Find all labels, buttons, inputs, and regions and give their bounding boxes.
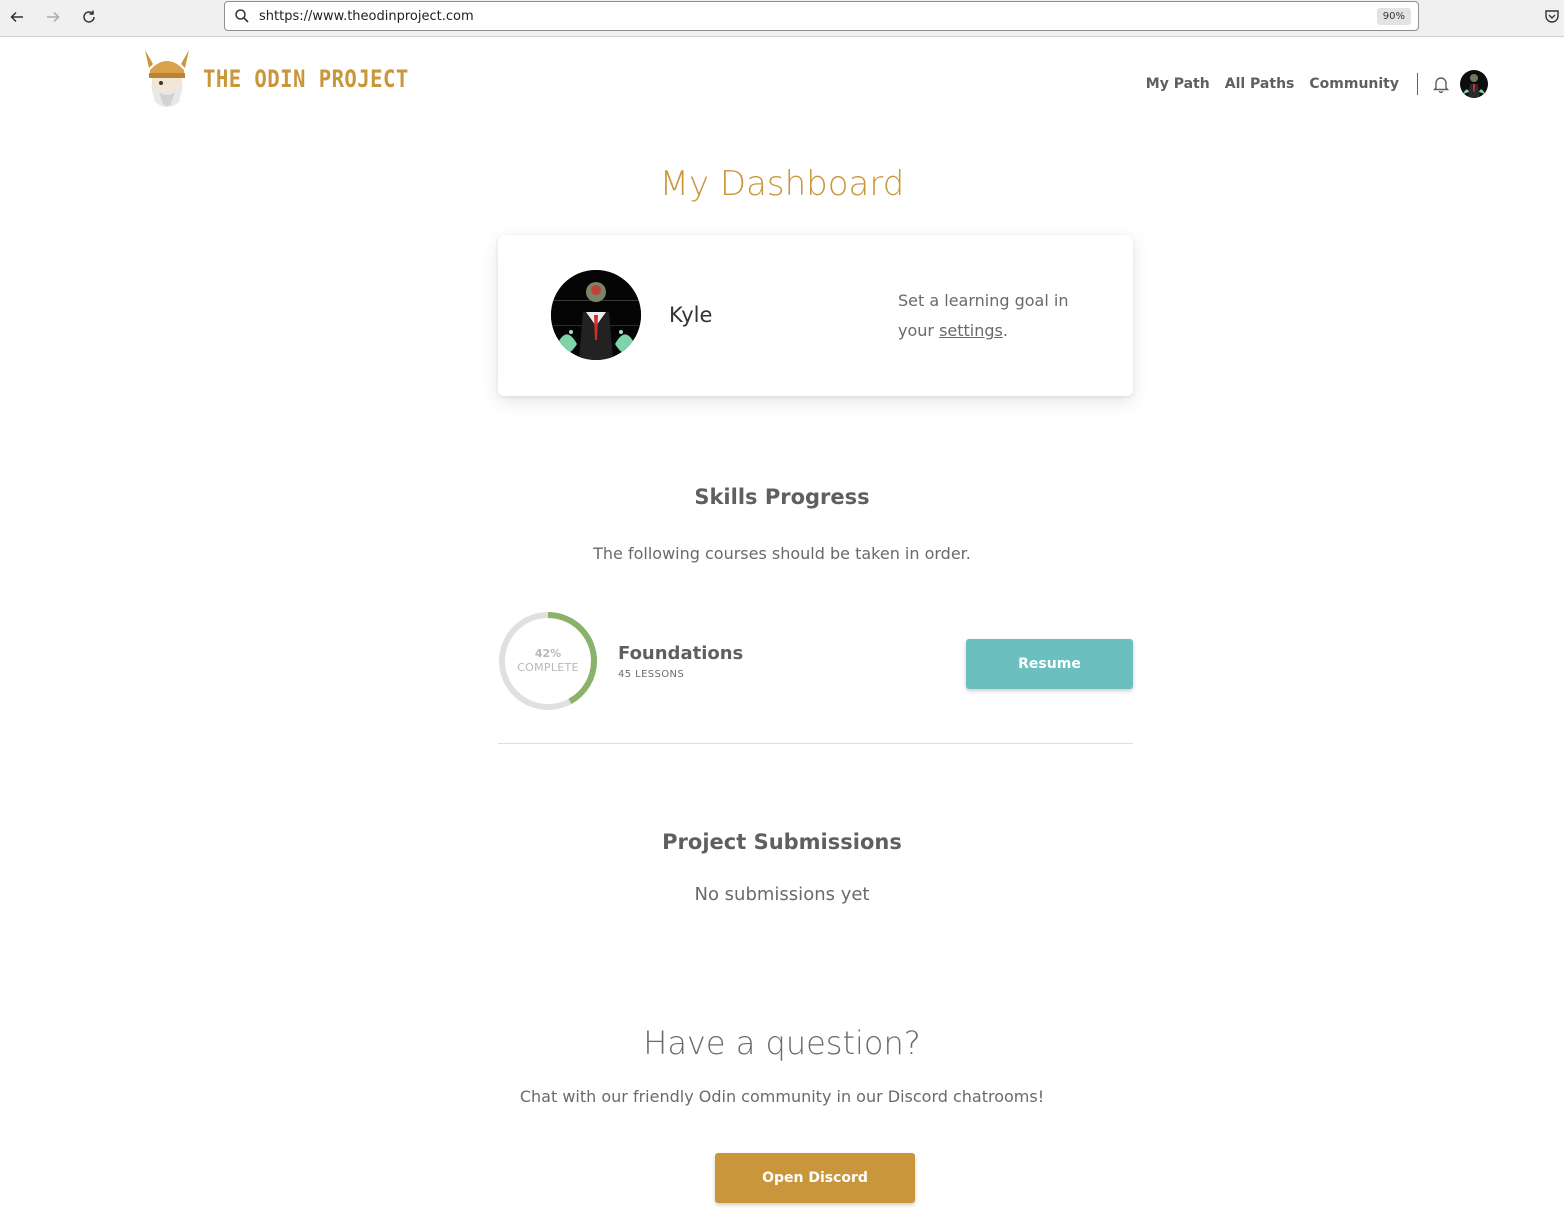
- question-title: Have a question?: [643, 1024, 921, 1062]
- browser-toolbar: shttps://www.theodinproject.com 90%: [0, 0, 1564, 37]
- no-submissions-text: No submissions yet: [694, 884, 870, 905]
- pocket-icon[interactable]: [1544, 8, 1560, 24]
- profile-name: Kyle: [669, 303, 713, 327]
- url-text[interactable]: shttps://www.theodinproject.com: [259, 9, 1377, 24]
- odin-logo-icon: [145, 50, 189, 107]
- nav-all-paths[interactable]: All Paths: [1225, 76, 1295, 92]
- logo-text: THE ODIN PROJECT: [203, 65, 409, 93]
- url-bar[interactable]: shttps://www.theodinproject.com 90%: [224, 1, 1419, 31]
- skills-progress-title: Skills Progress: [694, 485, 870, 509]
- profile-card: Kyle Set a learning goal in your setting…: [498, 235, 1133, 396]
- course-name[interactable]: Foundations: [618, 643, 743, 664]
- nav-my-path[interactable]: My Path: [1146, 76, 1210, 92]
- open-discord-button[interactable]: Open Discord: [715, 1153, 915, 1203]
- zoom-indicator[interactable]: 90%: [1376, 7, 1411, 25]
- profile-avatar: [551, 270, 641, 360]
- goal-suffix: .: [1002, 321, 1008, 340]
- bell-icon[interactable]: [1432, 75, 1450, 93]
- nav-community[interactable]: Community: [1309, 76, 1399, 92]
- avatar[interactable]: [1460, 70, 1488, 98]
- forward-arrow-icon[interactable]: [41, 6, 65, 28]
- settings-link[interactable]: settings: [939, 321, 1003, 340]
- question-subtitle: Chat with our friendly Odin community in…: [519, 1087, 1045, 1106]
- page-title: My Dashboard: [659, 164, 905, 204]
- back-arrow-icon[interactable]: [5, 6, 29, 28]
- resume-button[interactable]: Resume: [966, 639, 1133, 689]
- learning-goal-text: Set a learning goal in your settings.: [898, 286, 1098, 346]
- reload-icon[interactable]: [77, 6, 101, 28]
- main-nav: My Path All Paths Community: [1131, 70, 1488, 98]
- project-submissions-title: Project Submissions: [662, 830, 902, 854]
- nav-divider: [1417, 73, 1418, 95]
- site-logo[interactable]: THE ODIN PROJECT: [141, 46, 442, 112]
- progress-label: COMPLETE: [517, 661, 579, 674]
- progress-percent: 42%: [534, 647, 562, 660]
- course-lesson-count: 45 LESSONS: [618, 669, 685, 680]
- course-row: 42% COMPLETE Foundations 45 LESSONS Resu…: [498, 610, 1133, 744]
- skills-progress-subtitle: The following courses should be taken in…: [593, 544, 971, 563]
- search-icon: [235, 9, 249, 23]
